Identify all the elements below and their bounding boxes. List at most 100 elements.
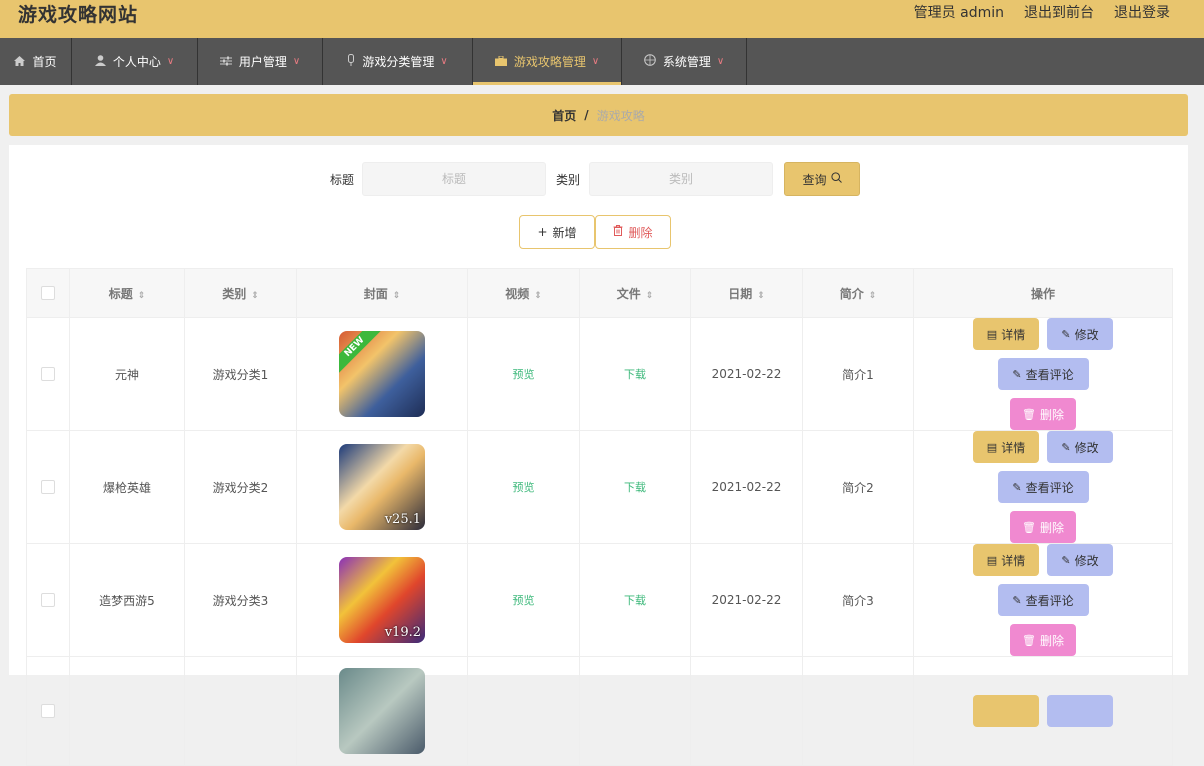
cover-image[interactable]	[339, 668, 425, 754]
table-row: 元神 游戏分类1 NEW 预览 下载 2021-02-22 简介1 ▤ 详情 ✎ 修…	[26, 317, 1173, 431]
file-download-link[interactable]: 下载	[624, 368, 646, 381]
view-comments-button[interactable]: ✎ 查看评论	[997, 584, 1089, 616]
nav-item-users[interactable]: 用户管理 ∨	[198, 38, 323, 85]
view-comments-button[interactable]: ✎ 查看评论	[997, 471, 1089, 503]
table-header-row: 标题 ⇕ 类别 ⇕ 封面 ⇕ 视频 ⇕ 文件 ⇕ 日期 ⇕ 简介 ⇕ 操作	[26, 268, 1173, 318]
pencil-icon: ✎	[1061, 327, 1071, 341]
edit-button[interactable]: ✎ 修改	[1047, 544, 1113, 576]
cell-cover: v19.2	[296, 543, 468, 657]
delete-button[interactable]: 🗑 删除	[1010, 511, 1076, 543]
video-preview-link[interactable]: 预览	[513, 368, 535, 381]
file-download-link[interactable]: 下载	[624, 594, 646, 607]
column-header[interactable]: 日期 ⇕	[690, 268, 803, 318]
sort-icon[interactable]: ⇕	[757, 291, 765, 301]
top-header: 游戏攻略网站 管理员 admin 退出到前台 退出登录	[0, 0, 1204, 38]
cell-title	[69, 656, 185, 766]
edit-button[interactable]	[1047, 695, 1113, 727]
edit-button[interactable]: ✎ 修改	[1047, 318, 1113, 350]
column-header: 操作	[913, 268, 1173, 318]
user-icon	[94, 54, 106, 69]
category-search-input[interactable]	[589, 162, 773, 196]
select-all-cell	[26, 268, 70, 318]
video-preview-link[interactable]: 预览	[513, 481, 535, 494]
nav-item-game-category[interactable]: 游戏分类管理 ∨	[323, 38, 473, 85]
detail-button[interactable]: ▤ 详情	[973, 431, 1039, 463]
breadcrumb-home[interactable]: 首页	[552, 107, 576, 124]
query-button[interactable]: 查询	[784, 162, 860, 196]
nav-item-game-guides[interactable]: 游戏攻略管理 ∨	[473, 38, 622, 85]
detail-button[interactable]	[973, 695, 1039, 727]
header-actions: 管理员 admin 退出到前台 退出登录	[914, 4, 1170, 22]
cover-image[interactable]: NEW	[339, 331, 425, 417]
nav-item-profile[interactable]: 个人中心 ∨	[72, 38, 198, 85]
sort-icon[interactable]: ⇕	[393, 291, 401, 301]
delete-button[interactable]: 🗑 删除	[1010, 624, 1076, 656]
cover-image[interactable]: v25.1	[339, 444, 425, 530]
column-header[interactable]: 标题 ⇕	[69, 268, 185, 318]
table-row	[26, 656, 1173, 766]
logout-link[interactable]: 退出登录	[1114, 4, 1170, 22]
document-icon: ▤	[986, 327, 998, 341]
video-preview-link[interactable]: 预览	[513, 594, 535, 607]
nav-label: 首页	[32, 55, 57, 69]
detail-button[interactable]: ▤ 详情	[973, 544, 1039, 576]
cell-cover	[296, 656, 468, 766]
chevron-down-icon: ∨	[166, 56, 175, 67]
column-header[interactable]: 类别 ⇕	[184, 268, 297, 318]
delete-button[interactable]: 🗑 删除	[1010, 398, 1076, 430]
cover-version: v19.2	[384, 625, 421, 640]
exit-to-front-link[interactable]: 退出到前台	[1024, 4, 1094, 22]
row-checkbox[interactable]	[41, 704, 55, 719]
cell-date: 2021-02-22	[690, 543, 803, 657]
row-checkbox[interactable]	[41, 367, 55, 382]
view-comments-button[interactable]: ✎ 查看评论	[997, 358, 1089, 390]
row-checkbox[interactable]	[41, 593, 55, 608]
file-download-link[interactable]: 下载	[624, 481, 646, 494]
sort-icon[interactable]: ⇕	[646, 291, 654, 301]
cell-intro: 简介1	[802, 317, 914, 431]
title-search-input[interactable]	[362, 162, 546, 196]
briefcase-icon	[494, 55, 507, 69]
sort-icon[interactable]: ⇕	[869, 291, 877, 301]
cell-category	[184, 656, 297, 766]
sort-icon[interactable]: ⇕	[534, 291, 542, 301]
column-header[interactable]: 视频 ⇕	[467, 268, 580, 318]
nav-label: 游戏分类管理	[362, 55, 435, 69]
nav-label: 用户管理	[238, 55, 287, 69]
document-icon: ▤	[986, 440, 998, 454]
cell-title: 元神	[69, 317, 185, 431]
cell-category: 游戏分类3	[184, 543, 297, 657]
compass-icon	[644, 54, 656, 69]
main-nav: 首页 个人中心 ∨ 用户管理 ∨ 游戏分类管理 ∨ 游戏攻略管理 ∨ 系统管理 …	[0, 38, 1204, 85]
new-badge: NEW	[339, 331, 381, 374]
cell-intro: 简介3	[802, 543, 914, 657]
cell-date: 2021-02-22	[690, 317, 803, 431]
nav-item-home[interactable]: 首页	[0, 38, 72, 85]
add-button-label: 新增	[552, 225, 577, 240]
breadcrumb-current: 游戏攻略	[596, 108, 645, 123]
cell-actions: ▤ 详情 ✎ 修改 ✎ 查看评论 🗑 删除	[913, 430, 1173, 544]
chevron-down-icon: ∨	[591, 56, 600, 67]
edit-button[interactable]: ✎ 修改	[1047, 431, 1113, 463]
cell-category: 游戏分类2	[184, 430, 297, 544]
site-title: 游戏攻略网站	[18, 4, 139, 26]
pencil-icon: ✎	[1061, 553, 1071, 567]
add-button[interactable]: + 新增	[519, 215, 595, 249]
cell-cover: NEW	[296, 317, 468, 431]
cover-image[interactable]: v19.2	[339, 557, 425, 643]
column-header[interactable]: 文件 ⇕	[579, 268, 691, 318]
column-header[interactable]: 封面 ⇕	[296, 268, 468, 318]
sort-icon[interactable]: ⇕	[251, 291, 259, 301]
batch-delete-button[interactable]: 删除	[595, 215, 671, 249]
detail-button[interactable]: ▤ 详情	[973, 318, 1039, 350]
sort-icon[interactable]: ⇕	[138, 291, 146, 301]
table-row: 造梦西游5 游戏分类3 v19.2 预览 下载 2021-02-22 简介3 ▤…	[26, 543, 1173, 657]
nav-label: 游戏攻略管理	[513, 55, 586, 69]
column-header[interactable]: 简介 ⇕	[802, 268, 914, 318]
nav-label: 系统管理	[662, 55, 711, 69]
table-row: 爆枪英雄 游戏分类2 v25.1 预览 下载 2021-02-22 简介2 ▤ 详…	[26, 430, 1173, 544]
select-all-checkbox[interactable]	[41, 286, 55, 301]
category-search-label: 类别	[556, 173, 581, 187]
nav-item-system[interactable]: 系统管理 ∨	[622, 38, 747, 85]
row-checkbox[interactable]	[41, 480, 55, 495]
